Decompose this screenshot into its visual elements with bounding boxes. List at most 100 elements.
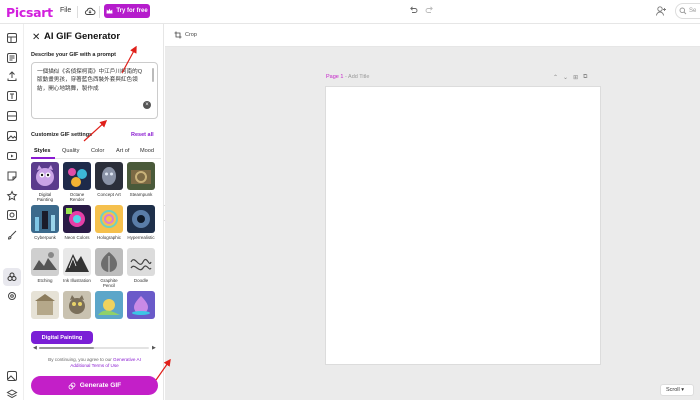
tab-styles[interactable]: Styles [34,148,50,154]
active-tab-indicator [31,157,55,159]
upload-icon[interactable] [6,70,18,82]
photos-icon[interactable] [6,130,18,142]
prompt-textarea[interactable]: 一個描似《名偵探柯南》中江戶川柯南的Q版動畫男孩，穿著藍色西裝外套與紅色領結，開… [31,62,158,119]
crown-icon [106,8,113,14]
elements-icon[interactable] [6,110,18,122]
style-tile[interactable] [127,291,155,321]
style-label: Steampunk [129,192,153,197]
style-thumbnail [127,248,155,276]
reset-all-button[interactable]: Reset all [131,132,154,138]
style-thumbnail [95,205,123,233]
cloud-sync-icon[interactable] [84,5,96,17]
try-for-free-label: Try for free [116,8,148,14]
style-tile[interactable] [31,291,59,321]
style-tile-concept-art[interactable]: Concept Art [95,162,123,197]
style-thumbnail [31,248,59,276]
style-thumbnail [95,162,123,190]
move-down-icon[interactable]: ⌄ [563,74,568,81]
style-tile-cyberpunk[interactable]: Cyberpunk [31,205,59,240]
style-scrollbar-thumb[interactable] [39,347,94,349]
try-for-free-button[interactable]: Try for free [104,4,150,18]
move-up-icon[interactable]: ⌃ [553,74,558,81]
layers-icon[interactable] [6,388,18,400]
page-number: Page 1 [326,74,344,80]
page-title[interactable]: Page 1 - Add Title [326,74,369,80]
star-icon[interactable] [6,190,18,202]
style-tile-digital-painting[interactable]: Digital Painting [31,162,59,203]
style-tile-steampunk[interactable]: Steampunk [127,162,155,197]
divider [99,6,100,18]
style-thumbnail [31,205,59,233]
style-label: Holographic [96,235,121,240]
scroll-mode-dropdown[interactable]: Scroll ▾ [660,384,694,396]
user-add-icon[interactable] [655,5,667,17]
scroll-left-icon[interactable]: ◀ [33,345,37,351]
style-tile[interactable] [63,291,91,321]
prompt-label: Describe your GIF with a prompt [31,52,116,58]
tab-color[interactable]: Color [91,148,104,154]
style-tile-octane-render[interactable]: Octane Render [63,162,91,203]
close-icon[interactable]: ✕ [32,32,40,43]
prompt-text: 一個描似《名偵探柯南》中江戶川柯南的Q版動畫男孩，穿著藍色西裝外套與紅色領結，開… [37,69,143,92]
customize-label: Customize GIF settings [31,132,93,138]
divider [77,6,78,18]
style-thumbnail [95,248,123,276]
ai-tools-icon[interactable] [6,271,18,283]
file-menu[interactable]: File [60,7,71,14]
generative-ai-link[interactable]: Generative AI [113,357,141,362]
style-tile[interactable] [95,291,123,321]
style-label: Neon Colors [64,235,90,240]
style-thumbnail [63,205,91,233]
duplicate-page-icon[interactable]: ⧉ [583,74,587,81]
style-label: Graphite Pencil [100,278,118,289]
style-tile-holographic[interactable]: Holographic [95,205,123,240]
prompt-scrollbar[interactable] [152,68,154,82]
background-icon[interactable] [6,209,18,221]
add-title-placeholder[interactable]: - Add Title [345,74,369,80]
ai-gif-generator-panel: ✕ AI GIF Generator Describe your GIF wit… [24,24,164,400]
selected-style-chip[interactable]: Digital Painting [31,331,93,344]
layout-icon[interactable] [6,32,18,44]
tab-mood[interactable]: Mood [140,148,154,154]
brush-icon[interactable] [6,229,18,241]
style-thumbnail [63,291,91,319]
style-thumbnail [127,205,155,233]
stickers-icon[interactable] [6,170,18,182]
tab-quality[interactable]: Quality [62,148,79,154]
text-icon[interactable] [6,90,18,102]
search-placeholder: Se [689,8,697,14]
scroll-label: Scroll [666,387,680,393]
search-icon [679,7,687,15]
clear-prompt-icon[interactable]: × [143,101,151,109]
tab-art-of[interactable]: Art of [116,148,129,154]
style-tile-etching[interactable]: Etching [31,248,59,283]
settings-tabs: Styles Quality Color Art of Mood [31,146,161,159]
scroll-right-icon[interactable]: ▶ [152,345,156,351]
redo-icon[interactable] [425,5,435,15]
top-bar: Picsart File Try for free Se [0,0,700,24]
crop-button[interactable]: Crop [174,31,197,39]
templates-icon[interactable] [6,52,18,64]
additional-terms-link[interactable]: Additional Terms of Use [70,363,118,368]
style-tile-graphite-pencil[interactable]: Graphite Pencil [95,248,123,289]
canvas-page[interactable] [325,86,601,365]
generate-gif-button[interactable]: Generate GIF [31,376,158,395]
terms-prefix: By continuing, you agree to our [48,357,112,362]
app-logo[interactable]: Picsart [6,5,53,20]
style-label: Cyberpunk [34,235,56,240]
style-thumbnail [63,162,91,190]
add-page-icon[interactable]: ⊞ [573,74,578,81]
style-label: Etching [37,278,53,283]
style-thumbnail [127,162,155,190]
style-tile-ink-illustration[interactable]: Ink Illustration [63,248,91,283]
photo-gallery-icon[interactable] [6,370,18,382]
style-tile-doodle[interactable]: Doodle [127,248,155,283]
undo-icon[interactable] [408,5,418,15]
video-icon[interactable] [6,150,18,162]
style-thumbnail [63,248,91,276]
style-tile-neon-colors[interactable]: Neon Colors [63,205,91,240]
search-input[interactable]: Se [675,3,700,19]
settings-icon[interactable] [6,290,18,302]
style-tile-hyperrealistic[interactable]: Hyperrealistic [127,205,155,240]
panel-title: AI GIF Generator [44,31,121,42]
